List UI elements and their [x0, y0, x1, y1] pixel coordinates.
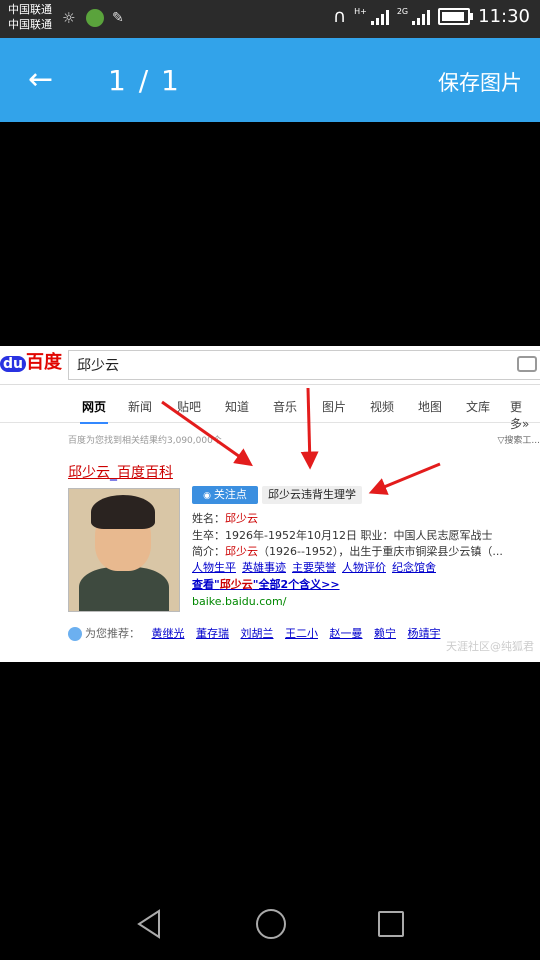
carrier-labels: 中国联通 中国联通 — [8, 2, 52, 32]
save-image-button[interactable]: 保存图片 — [438, 67, 522, 97]
viewed-image[interactable]: du 百度 邱少云 网页 新闻 贴吧 知道 音乐 图片 视频 地图 文库 更多» … — [0, 346, 540, 662]
recommend-row: 为您推荐： 黄继光 董存瑞 刘胡兰 王二小 赵一曼 赖宁 杨靖宇 — [68, 625, 441, 641]
home-circle-icon[interactable] — [256, 909, 286, 939]
network-type-2: 2G — [396, 7, 409, 16]
battery-icon — [438, 8, 474, 25]
result-title-sep: _ — [110, 465, 117, 481]
result-title-site: 百度百科 — [117, 465, 173, 481]
tab-zhidao: 知道 — [225, 400, 250, 414]
camera-icon — [517, 356, 537, 372]
tab-video: 视频 — [370, 400, 395, 414]
tab-wenku: 文库 — [466, 400, 491, 414]
tab-map: 地图 — [418, 400, 443, 414]
result-title-name: 邱少云 — [68, 465, 110, 481]
link-life: 人物生平 — [192, 561, 236, 574]
clock: 11:30 — [478, 6, 530, 27]
more-meanings-link: 查看"邱少云"全部2个含义>> — [192, 578, 340, 591]
watermark: 天涯社区@纯狐君 — [446, 640, 534, 653]
search-query: 邱少云 — [77, 358, 119, 374]
link-honors: 主要荣誉 — [292, 561, 336, 574]
tab-tieba: 贴吧 — [177, 400, 202, 414]
name-line: 姓名：邱少云 — [192, 512, 258, 525]
headphones-icon: ∩ — [332, 6, 347, 27]
tab-news: 新闻 — [128, 400, 153, 414]
system-status: ∩ H+ 2G 11:30 — [333, 6, 530, 27]
carrier-2: 中国联通 — [8, 18, 52, 31]
rec-6: 赖宁 — [374, 627, 396, 640]
tab-web: 网页 — [79, 400, 109, 424]
rec-4: 王二小 — [285, 627, 318, 640]
recents-square-icon[interactable] — [378, 911, 404, 937]
arrow-right — [368, 462, 441, 495]
tab-more: 更多» — [510, 400, 530, 431]
rec-1: 黄继光 — [151, 627, 185, 640]
link-memorial: 纪念馆舍 — [392, 561, 436, 574]
baidu-header: du 百度 邱少云 — [0, 346, 540, 385]
search-box: 邱少云 — [68, 350, 540, 380]
signal-2-icon — [412, 9, 431, 25]
brightness-icon: ☼ — [62, 9, 76, 27]
carrier-1: 中国联通 — [8, 3, 52, 16]
link-deeds: 英雄事迹 — [242, 561, 286, 574]
app-bar: ← 1 / 1 保存图片 — [0, 38, 540, 122]
notification-icons: ☼ ✎ — [62, 9, 128, 27]
rec-7: 杨靖宇 — [407, 627, 441, 640]
recommend-icon — [68, 627, 82, 641]
violation-tag: 邱少云违背生理学 — [262, 486, 362, 504]
signal-1-icon — [370, 9, 389, 25]
link-evaluation: 人物评价 — [342, 561, 386, 574]
intro-line: 简介：邱少云（1926--1952），出生于重庆市铜梁县少云镇（... — [192, 545, 503, 558]
navigation-bar — [0, 888, 540, 960]
cleaner-icon: ✎ — [112, 10, 124, 26]
follow-tag: 关注点 — [192, 486, 258, 504]
status-bar: 中国联通 中国联通 ☼ ✎ ∩ H+ 2G 11:30 — [0, 0, 540, 38]
rec-2: 董存瑞 — [196, 627, 229, 640]
tab-images: 图片 — [322, 400, 347, 414]
portrait-image — [68, 488, 180, 612]
baidu-tabs: 网页 新闻 贴吧 知道 音乐 图片 视频 地图 文库 更多» — [0, 392, 540, 431]
app-notification-icon — [86, 9, 104, 27]
rec-5: 赵一曼 — [329, 627, 363, 640]
network-type-1: H+ — [354, 7, 367, 16]
image-counter: 1 / 1 — [108, 64, 181, 97]
back-arrow-icon[interactable]: ← — [28, 60, 58, 100]
search-tools: ▽搜索工... — [497, 436, 540, 446]
result-title: 邱少云_百度百科 — [68, 462, 173, 482]
rec-3: 刘胡兰 — [240, 627, 274, 640]
back-triangle-icon[interactable] — [135, 909, 163, 939]
tab-music: 音乐 — [273, 400, 298, 414]
result-links: 人物生平 英雄事迹 主要荣誉 人物评价 纪念馆舍 — [192, 559, 442, 575]
dates-line: 生卒：1926年-1952年10月12日 职业：中国人民志愿军战士 — [192, 529, 493, 542]
result-count: 百度为您找到相关结果约3,090,000个 — [68, 436, 222, 446]
baidu-logo: du 百度 — [0, 348, 62, 374]
result-url: baike.baidu.com/ — [192, 595, 287, 608]
